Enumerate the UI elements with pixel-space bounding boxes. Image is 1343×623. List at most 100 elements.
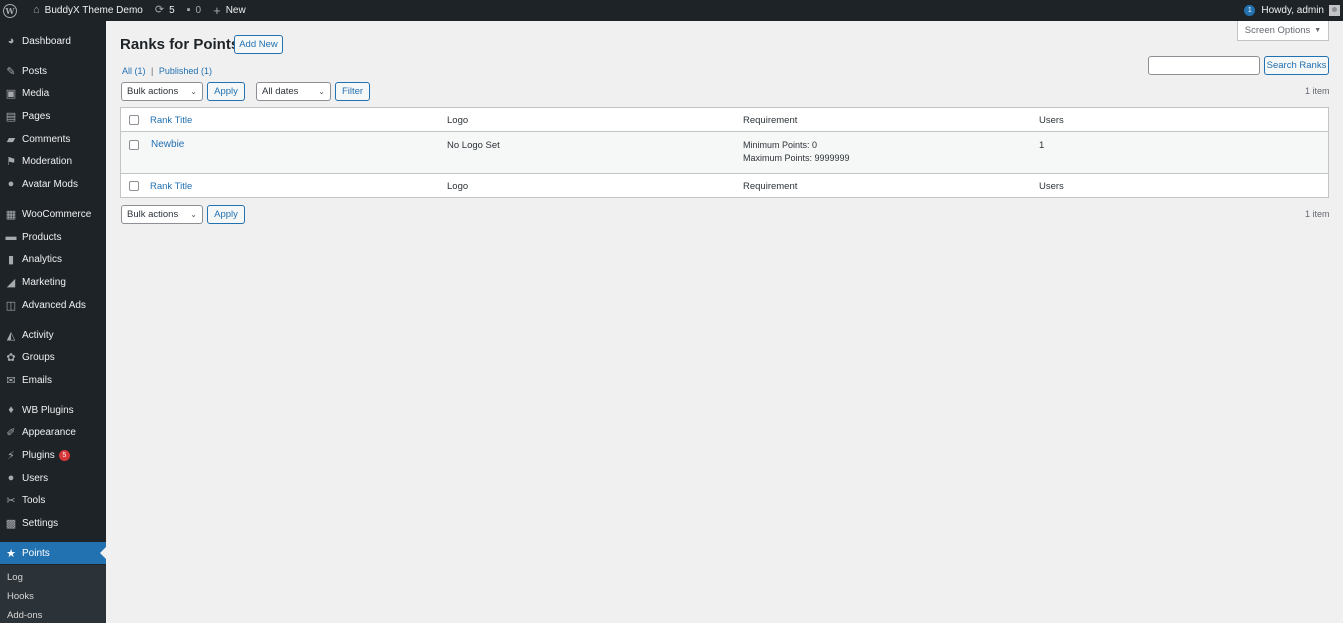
plugin-icon: ⚡ (7, 449, 15, 462)
archive-icon: ▬ (5, 231, 17, 243)
updates-count: 5 (169, 5, 175, 16)
sidebar-item-dashboard[interactable]: ◕ Dashboard (0, 30, 106, 52)
brush-icon: ✐ (6, 426, 16, 439)
plus-icon: + (213, 3, 221, 18)
sidebar-item-label: Settings (22, 517, 59, 529)
filter-published-label: Published (158, 66, 199, 76)
triangle-down-icon: ▼ (1314, 27, 1322, 34)
comment-icon: ▰ (6, 133, 16, 146)
table-footer-row: Rank Title Logo Requirement Users (121, 173, 1328, 197)
sidebar-item-label: Activity (22, 329, 54, 341)
filter-published-link[interactable]: Published (1) (159, 66, 212, 76)
column-footer-requirement: Requirement (743, 181, 798, 192)
rank-title-link[interactable]: Newbie (151, 139, 184, 150)
submenu-item-hooks[interactable]: Hooks (7, 591, 34, 602)
sidebar-item-label: Analytics (22, 253, 63, 265)
sidebar-item-label: Users (22, 472, 49, 484)
sidebar-item-advanced-ads[interactable]: ◫ Advanced Ads (0, 294, 106, 316)
updates-link[interactable]: ⟳ 5 (149, 0, 181, 21)
select-all-checkbox[interactable] (129, 115, 139, 125)
sidebar-item-label: Products (22, 231, 62, 243)
sidebar-item-label: Emails (22, 374, 53, 386)
column-header-rank-title[interactable]: Rank Title (150, 115, 192, 126)
bulk-actions-value: Bulk actions (127, 86, 179, 97)
new-label: New (225, 5, 246, 16)
groups-icon: ✿ (6, 351, 16, 364)
howdy-label: Howdy, admin (1261, 5, 1324, 16)
apply-button-top[interactable]: Apply (207, 82, 245, 101)
sidebar-item-avatar-mods[interactable]: ● Avatar Mods (0, 173, 106, 195)
sidebar-item-pages[interactable]: ▤ Pages (0, 105, 106, 127)
sidebar-item-users[interactable]: ● Users (0, 467, 106, 489)
sidebar-item-emails[interactable]: ✉ Emails (0, 369, 106, 391)
email-icon: ✉ (6, 374, 16, 387)
sidebar-item-label: WB Plugins (22, 404, 74, 416)
notification-count[interactable]: 1 (1244, 5, 1256, 16)
dashboard-icon: ◕ (7, 35, 15, 47)
filter-button[interactable]: Filter (335, 82, 370, 101)
plugin-update-badge: 5 (58, 449, 70, 461)
sidebar-item-woocommerce[interactable]: ▦ WooCommerce (0, 203, 106, 225)
sidebar-item-points[interactable]: ★ Points (0, 542, 106, 564)
woo-icon: ▦ (5, 208, 17, 221)
sidebar-item-label: Points (22, 547, 50, 559)
filter-all-link[interactable]: All (1) (122, 66, 146, 76)
pin-icon: ✎ (6, 65, 16, 78)
sidebar-item-label: Posts (22, 65, 48, 77)
apply-button-bottom[interactable]: Apply (207, 205, 245, 224)
avatar (1329, 5, 1340, 16)
site-name-link[interactable]: ⌂ BuddyX Theme Demo (23, 0, 149, 21)
filter-published-count: (1) (200, 66, 212, 76)
sidebar-item-label: WooCommerce (22, 208, 92, 220)
sidebar-item-appearance[interactable]: ✐ Appearance (0, 421, 106, 443)
bulk-actions-select-top[interactable]: Bulk actions ⌄ (121, 82, 203, 101)
submenu-item-addons[interactable]: Add-ons (7, 610, 42, 621)
rank-logo: No Logo Set (447, 140, 500, 151)
sidebar-item-comments[interactable]: ▰ Comments (0, 128, 106, 150)
rank-max-points: Maximum Points: 9999999 (743, 153, 850, 163)
sidebar-item-wb-plugins[interactable]: ♦ WB Plugins (0, 399, 106, 421)
sidebar-item-settings[interactable]: ▩ Settings (0, 512, 106, 534)
sidebar-item-tools[interactable]: ✂ Tools (0, 489, 106, 511)
sidebar-item-label: Dashboard (22, 35, 71, 47)
update-icon: ⟳ (154, 4, 165, 16)
row-checkbox[interactable] (129, 140, 139, 150)
sidebar-item-products[interactable]: ▬ Products (0, 226, 106, 248)
comments-link[interactable]: ▪ 0 (181, 0, 207, 21)
site-name-label: BuddyX Theme Demo (44, 5, 143, 16)
column-header-logo: Logo (447, 115, 469, 126)
media-icon: ▣ (5, 87, 17, 100)
sidebar-item-analytics[interactable]: ▮ Analytics (0, 248, 106, 270)
screen-options-button[interactable]: Screen Options ▼ (1237, 21, 1329, 41)
sidebar-item-moderation[interactable]: ⚑ Moderation (0, 150, 106, 172)
points-submenu: Log Hooks Add-ons (0, 565, 106, 623)
page-title: Ranks for Points (120, 36, 240, 53)
search-input[interactable] (1148, 56, 1260, 75)
sidebar-item-groups[interactable]: ✿ Groups (0, 346, 106, 368)
sidebar-item-media[interactable]: ▣ Media (0, 82, 106, 104)
column-footer-rank-title[interactable]: Rank Title (150, 181, 192, 192)
new-content-link[interactable]: + New (207, 0, 252, 21)
add-new-button[interactable]: Add New (234, 35, 283, 54)
search-ranks-button[interactable]: Search Ranks (1264, 56, 1329, 75)
bulk-actions-select-bottom[interactable]: Bulk actions ⌄ (121, 205, 203, 224)
filter-all-count: (1) (134, 66, 146, 76)
submenu-item-log[interactable]: Log (7, 572, 23, 583)
sidebar-item-label: Appearance (22, 426, 76, 438)
admin-bar: W ⌂ BuddyX Theme Demo ⟳ 5 ▪ 0 + New 1 Ho… (0, 0, 1343, 21)
chevron-down-icon: ⌄ (318, 87, 325, 96)
table-header-row: Rank Title Logo Requirement Users (121, 108, 1328, 132)
wordpress-logo-icon: W (3, 3, 17, 18)
select-all-checkbox-footer[interactable] (129, 181, 139, 191)
comments-count: 0 (195, 5, 202, 16)
sidebar-item-plugins[interactable]: ⚡ Plugins 5 (0, 444, 106, 466)
home-icon: ⌂ (33, 4, 40, 16)
date-filter-select[interactable]: All dates ⌄ (256, 82, 331, 101)
my-account-menu[interactable]: 1 Howdy, admin (1238, 0, 1343, 21)
sidebar-item-posts[interactable]: ✎ Posts (0, 60, 106, 82)
wrench-icon: ✂ (6, 494, 16, 507)
column-footer-logo: Logo (447, 181, 469, 192)
sidebar-item-marketing[interactable]: ◢ Marketing (0, 271, 106, 293)
wp-logo-menu[interactable]: W (0, 0, 23, 21)
sidebar-item-activity[interactable]: ◭ Activity (0, 324, 106, 346)
